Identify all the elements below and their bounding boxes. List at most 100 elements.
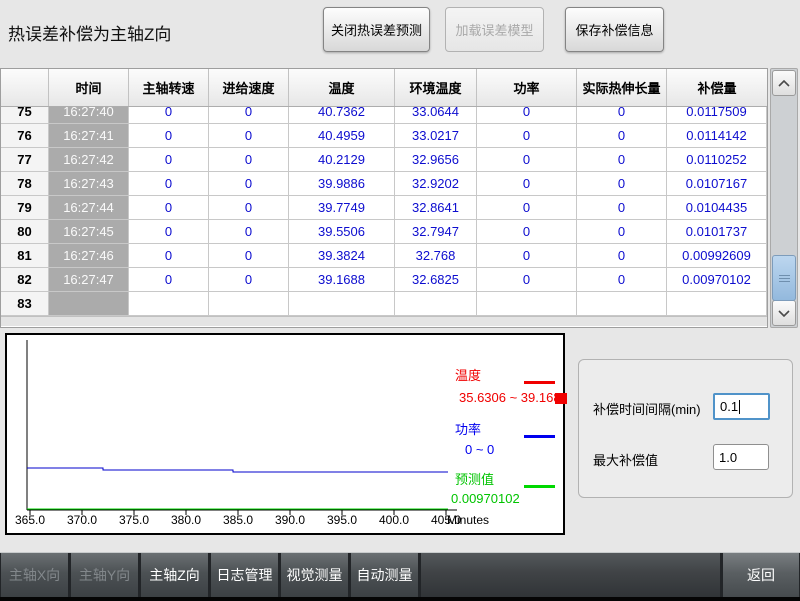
feed-rate-cell[interactable]: 0 [209, 124, 289, 148]
spindle-speed-cell[interactable]: 0 [129, 124, 209, 148]
spindle-speed-cell[interactable]: 0 [129, 172, 209, 196]
table-row[interactable]: 78 16:27:43 0 0 39.9886 32.9202 0 0 0.01… [1, 172, 767, 196]
ambient-temperature-cell[interactable] [395, 292, 477, 316]
table-row[interactable]: 75 16:27:40 0 0 40.7362 33.0644 0 0 0.01… [1, 107, 767, 124]
power-cell[interactable]: 0 [477, 196, 577, 220]
ambient-temperature-cell[interactable]: 32.7947 [395, 220, 477, 244]
feed-rate-cell[interactable]: 0 [209, 196, 289, 220]
elongation-cell[interactable]: 0 [577, 268, 667, 292]
power-cell[interactable]: 0 [477, 268, 577, 292]
elongation-cell[interactable]: 0 [577, 148, 667, 172]
nav-tab-auto-measure[interactable]: 自动测量 [351, 553, 418, 597]
scrollbar-thumb[interactable] [772, 255, 796, 301]
header-feed-rate[interactable]: 进给速度 [209, 69, 289, 106]
compensation-cell[interactable]: 0.0104435 [667, 196, 767, 220]
scrollbar-track[interactable] [771, 97, 797, 299]
spindle-speed-cell[interactable]: 0 [129, 148, 209, 172]
temperature-cell[interactable]: 39.7749 [289, 196, 395, 220]
table-row[interactable]: 80 16:27:45 0 0 39.5506 32.7947 0 0 0.01… [1, 220, 767, 244]
time-cell[interactable]: 16:27:46 [49, 244, 129, 268]
feed-rate-cell[interactable]: 0 [209, 107, 289, 124]
nav-tab-visual-measure[interactable]: 视觉测量 [281, 553, 348, 597]
save-compensation-info-button[interactable]: 保存补偿信息 [565, 7, 664, 52]
power-cell[interactable]: 0 [477, 107, 577, 124]
temperature-cell[interactable]: 40.7362 [289, 107, 395, 124]
spindle-speed-cell[interactable]: 0 [129, 196, 209, 220]
elongation-cell[interactable]: 0 [577, 244, 667, 268]
feed-rate-cell[interactable]: 0 [209, 268, 289, 292]
compensation-cell[interactable]: 0.0114142 [667, 124, 767, 148]
ambient-temperature-cell[interactable]: 32.6825 [395, 268, 477, 292]
time-cell[interactable]: 16:27:42 [49, 148, 129, 172]
power-cell[interactable]: 0 [477, 148, 577, 172]
time-cell[interactable]: 16:27:41 [49, 124, 129, 148]
compensation-cell[interactable]: 0.0101737 [667, 220, 767, 244]
table-row[interactable]: 76 16:27:41 0 0 40.4959 33.0217 0 0 0.01… [1, 124, 767, 148]
header-actual-elongation[interactable]: 实际热伸长量 [577, 69, 667, 106]
header-ambient-temperature[interactable]: 环境温度 [395, 69, 477, 106]
ambient-temperature-cell[interactable]: 33.0644 [395, 107, 477, 124]
time-cell[interactable]: 16:27:40 [49, 107, 129, 124]
ambient-temperature-cell[interactable]: 32.9656 [395, 148, 477, 172]
back-button[interactable]: 返回 [723, 553, 799, 597]
close-thermal-prediction-button[interactable]: 关闭热误差预测 [323, 7, 430, 52]
feed-rate-cell[interactable]: 0 [209, 148, 289, 172]
max-compensation-input[interactable]: 1.0 [713, 444, 769, 470]
table-row[interactable]: 82 16:27:47 0 0 39.1688 32.6825 0 0 0.00… [1, 268, 767, 292]
compensation-cell[interactable]: 0.00970102 [667, 268, 767, 292]
time-cell[interactable]: 16:27:44 [49, 196, 129, 220]
compensation-cell[interactable]: 0.0117509 [667, 107, 767, 124]
nav-tab-spindle-z[interactable]: 主轴Z向 [141, 553, 208, 597]
table-horizontal-scrollbar[interactable] [1, 316, 767, 326]
ambient-temperature-cell[interactable]: 32.9202 [395, 172, 477, 196]
header-time[interactable]: 时间 [49, 69, 129, 106]
feed-rate-cell[interactable]: 0 [209, 244, 289, 268]
ambient-temperature-cell[interactable]: 33.0217 [395, 124, 477, 148]
table-row[interactable]: 83 [1, 292, 767, 316]
elongation-cell[interactable] [577, 292, 667, 316]
compensation-cell[interactable]: 0.0110252 [667, 148, 767, 172]
spindle-speed-cell[interactable]: 0 [129, 244, 209, 268]
temperature-cell[interactable]: 39.5506 [289, 220, 395, 244]
power-cell[interactable]: 0 [477, 244, 577, 268]
compensation-cell[interactable]: 0.0107167 [667, 172, 767, 196]
elongation-cell[interactable]: 0 [577, 196, 667, 220]
power-cell[interactable]: 0 [477, 124, 577, 148]
header-power[interactable]: 功率 [477, 69, 577, 106]
elongation-cell[interactable]: 0 [577, 172, 667, 196]
nav-tab-log-management[interactable]: 日志管理 [211, 553, 278, 597]
spindle-speed-cell[interactable]: 0 [129, 107, 209, 124]
temperature-cell[interactable]: 40.2129 [289, 148, 395, 172]
interval-input[interactable]: 0.1 [713, 393, 770, 420]
table-vertical-scrollbar[interactable] [770, 68, 798, 328]
spindle-speed-cell[interactable]: 0 [129, 268, 209, 292]
spindle-speed-cell[interactable]: 0 [129, 220, 209, 244]
time-cell[interactable]: 16:27:45 [49, 220, 129, 244]
header-row-number[interactable] [1, 69, 49, 106]
header-temperature[interactable]: 温度 [289, 69, 395, 106]
compensation-cell[interactable] [667, 292, 767, 316]
power-cell[interactable]: 0 [477, 220, 577, 244]
spindle-speed-cell[interactable] [129, 292, 209, 316]
temperature-cell[interactable]: 39.1688 [289, 268, 395, 292]
temperature-cell[interactable]: 39.3824 [289, 244, 395, 268]
elongation-cell[interactable]: 0 [577, 124, 667, 148]
ambient-temperature-cell[interactable]: 32.8641 [395, 196, 477, 220]
table-row[interactable]: 81 16:27:46 0 0 39.3824 32.768 0 0 0.009… [1, 244, 767, 268]
scroll-down-button[interactable] [772, 300, 796, 326]
power-cell[interactable] [477, 292, 577, 316]
elongation-cell[interactable]: 0 [577, 107, 667, 124]
temperature-cell[interactable] [289, 292, 395, 316]
feed-rate-cell[interactable]: 0 [209, 172, 289, 196]
compensation-cell[interactable]: 0.00992609 [667, 244, 767, 268]
feed-rate-cell[interactable]: 0 [209, 220, 289, 244]
elongation-cell[interactable]: 0 [577, 220, 667, 244]
time-cell[interactable]: 16:27:43 [49, 172, 129, 196]
header-spindle-speed[interactable]: 主轴转速 [129, 69, 209, 106]
ambient-temperature-cell[interactable]: 32.768 [395, 244, 477, 268]
table-row[interactable]: 77 16:27:42 0 0 40.2129 32.9656 0 0 0.01… [1, 148, 767, 172]
table-row[interactable]: 79 16:27:44 0 0 39.7749 32.8641 0 0 0.01… [1, 196, 767, 220]
header-compensation[interactable]: 补偿量 [667, 69, 767, 106]
time-cell[interactable]: 16:27:47 [49, 268, 129, 292]
time-cell[interactable] [49, 292, 129, 316]
